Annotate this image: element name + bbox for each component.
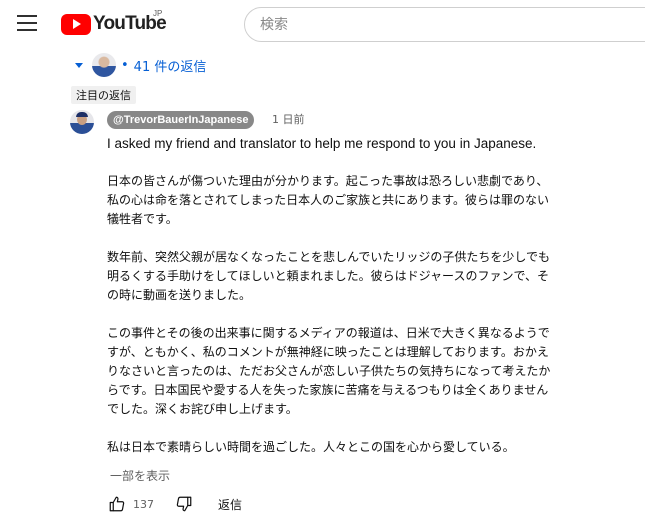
thumbs-up-icon[interactable] bbox=[107, 494, 127, 514]
youtube-play-icon bbox=[61, 13, 91, 35]
search-box[interactable] bbox=[244, 7, 645, 42]
comment-line: 数年前、突然父親が居なくなったことを悲しんでいたリッジの子供たちを少しでも bbox=[107, 250, 551, 264]
comment-line: 私は日本で素晴らしい時間を過ごした。人々とこの国を心から愛している。 bbox=[107, 440, 515, 454]
thumbs-down-icon[interactable] bbox=[174, 494, 194, 514]
comment-line: すが、ともかく、私のコメントが無神経に映ったことは理解しております。おかえ bbox=[107, 345, 549, 359]
replies-count: 41 件の返信 bbox=[133, 59, 207, 75]
comment-line: 私の心は命を落とされてしまった日本人のご家族と共にあります。彼らは罪のない bbox=[107, 193, 549, 207]
replier-avatar bbox=[92, 53, 116, 77]
comment-line: 犠牲者です。 bbox=[107, 212, 178, 226]
hamburger-icon[interactable] bbox=[17, 15, 37, 31]
comment-line: この事件とその後の出来事に関するメディアの報道は、日米で大きく異なるようで bbox=[107, 326, 550, 340]
comment-timestamp[interactable]: 1 日前 bbox=[272, 112, 305, 128]
author-avatar[interactable] bbox=[70, 110, 94, 134]
author-name[interactable]: @TrevorBauerInJapanese bbox=[107, 111, 255, 129]
search-input[interactable] bbox=[245, 8, 645, 41]
pinned-reply-label: 注目の返信 bbox=[71, 86, 136, 104]
show-less-link[interactable]: 一部を表示 bbox=[110, 467, 170, 484]
comment-line: りなさいと言ったのは、ただお父さんが恋しい子供たちの気持ちになって考えたか bbox=[107, 364, 551, 378]
reply-button[interactable]: 返信 bbox=[218, 496, 242, 513]
top-bar: YouTube JP bbox=[0, 0, 645, 52]
comment-actions: 137 返信 bbox=[107, 494, 242, 514]
comment-line: 明るくする手助けをしてほしいと頼まれました。彼らはドジャースのファンで、そ bbox=[107, 269, 549, 283]
comment-line: 日本の皆さんが傷ついた理由が分かります。起こった事故は恐ろしい悲劇であり、 bbox=[107, 174, 549, 188]
youtube-logo[interactable]: YouTube bbox=[61, 13, 167, 35]
replies-toggle[interactable]: • 41 件の返信 bbox=[75, 52, 206, 78]
like-count: 137 bbox=[133, 497, 154, 511]
comment-line: でした。深くお詫び申し上げます。 bbox=[107, 402, 298, 416]
comment-line: I asked my friend and translator to help… bbox=[107, 136, 537, 151]
comment-body: I asked my friend and translator to help… bbox=[107, 134, 627, 457]
comment-line: らです。日本国民や愛する人を失った家族に苦痛を与えるつもりは全くありません bbox=[107, 383, 549, 397]
separator-dot: • bbox=[121, 57, 129, 73]
comment-line: の時に動画を送りました。 bbox=[107, 288, 252, 302]
caret-down-icon bbox=[75, 62, 83, 68]
region-label: JP bbox=[153, 9, 163, 18]
